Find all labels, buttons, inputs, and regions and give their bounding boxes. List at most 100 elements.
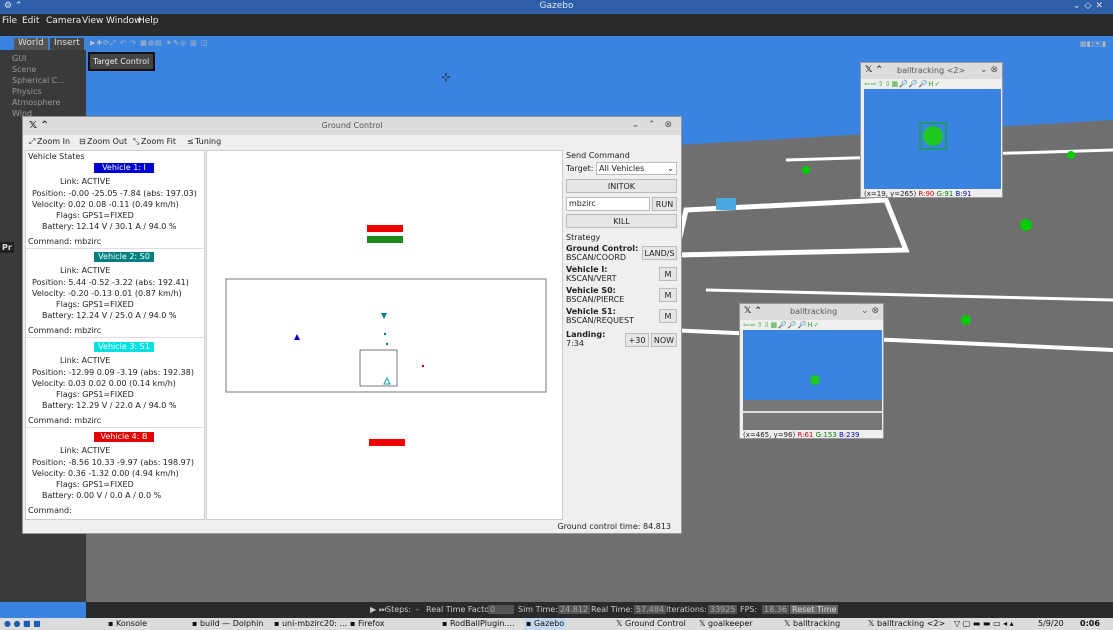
properties-tab[interactable]: Pr (0, 242, 14, 253)
landing-zone (359, 349, 398, 387)
vehicle-command: Command: mbzirc (28, 326, 102, 335)
vehicle-states-title: Vehicle States (28, 152, 85, 161)
land-button[interactable]: LAND/S (642, 246, 677, 260)
balltracking-2-toolbar[interactable]: ⇦⇨⇧⇩▦🔎🔎🔎H✓ (864, 80, 941, 88)
mode-button[interactable]: M (659, 288, 677, 302)
strategy-row: Vehicle S1: BSCAN/REQUEST (566, 307, 634, 325)
menu-view[interactable]: View (82, 16, 103, 26)
play-icon[interactable]: ▶ (370, 605, 376, 614)
close-icon[interactable]: ⌄ ⊗ (980, 65, 998, 75)
pixel-g: G:91 (936, 190, 954, 198)
menu-file[interactable]: File (2, 16, 17, 26)
gazebo-toolbar-right[interactable]: ▦◧◔◨ (1080, 40, 1106, 48)
vehicle-command: Command: (28, 506, 72, 515)
mode-button[interactable]: M (659, 267, 677, 281)
taskbar-firefox[interactable]: ▪ Firefox (348, 618, 386, 630)
world-item-physics[interactable]: Physics (12, 87, 42, 96)
ball-marker (961, 315, 971, 325)
taskbar-balltracking-2[interactable]: 𝕏 balltracking <2> (866, 618, 947, 630)
taskbar-konsole[interactable]: ▪ Konsole (106, 618, 149, 630)
taskbar-balltracking[interactable]: 𝕏 balltracking (782, 618, 842, 630)
balltracking-toolbar[interactable]: ⇦⇨⇧⇩▦🔎🔎🔎H✓ (743, 321, 820, 329)
gazebo-toolbar[interactable]: ▶✚⟳⤢ ↶ ↷ ▦◍▤ ☀✎◎ ▥ ◫ (90, 39, 290, 49)
now-button[interactable]: NOW (651, 333, 677, 347)
window-controls[interactable]: ⌄◇✕ (1073, 1, 1107, 11)
vehicle-badge: Vehicle 4: B (94, 432, 154, 442)
tray-time: 0:06 (1080, 619, 1100, 628)
camera-view[interactable] (864, 89, 1001, 189)
taskbar-terminal[interactable]: ▪ uni-mbzirc20: ... (272, 618, 349, 630)
strategy-mode: BSCAN/COORD (566, 253, 627, 262)
taskbar-rodball[interactable]: ▪ RodBallPlugin.... (440, 618, 517, 630)
command-input[interactable]: mbzirc (566, 197, 650, 211)
menu-window[interactable]: Window (106, 16, 142, 26)
world-item-atmosphere[interactable]: Atmosphere (12, 98, 60, 107)
run-button[interactable]: RUN (652, 197, 677, 211)
target-control-button[interactable]: Target Control (88, 52, 155, 71)
menu-edit[interactable]: Edit (22, 16, 39, 26)
mode-button[interactable]: M (659, 309, 677, 323)
world-item-gui[interactable]: GUI (12, 54, 26, 63)
vehicle-battery: Battery: 0.00 V / 0.0 A / 0.0 % (42, 491, 162, 500)
tuning-button[interactable]: Tuning (195, 137, 221, 146)
world-item-scene[interactable]: Scene (12, 65, 36, 74)
gc-window-controls[interactable]: ⌄ ⌃ ⊗ (632, 120, 675, 130)
close-icon[interactable]: ⌄ ⊗ (861, 306, 879, 316)
drone-object (716, 198, 736, 210)
vehicle-velocity: Velocity: -0.20 -0.13 0.01 (0.87 km/h) (32, 289, 182, 298)
vehicle-link: Link: ACTIVE (60, 266, 111, 275)
drone-icon: ⊹ (441, 70, 452, 84)
tab-insert[interactable]: Insert (50, 38, 84, 50)
zoom-fit-button[interactable]: Zoom Fit (141, 137, 176, 146)
kill-button[interactable]: KILL (566, 214, 677, 228)
steps-value[interactable]: - (416, 605, 419, 614)
zoom-fit-icon[interactable]: ⤡ (133, 137, 139, 147)
menu-help[interactable]: Help (138, 16, 159, 26)
vehicle-position: Position: -12.99 0.09 -3.19 (abs: 192.38… (32, 368, 194, 377)
vehicle-link: Link: ACTIVE (60, 177, 111, 186)
real-time-value: 57.484 (634, 605, 666, 614)
world-item-spherical[interactable]: Spherical C... (12, 76, 65, 85)
reset-time-button[interactable]: Reset Time (790, 605, 839, 614)
tuning-icon[interactable]: ≤ (187, 137, 194, 146)
vehicle-flags: Flags: GPS1=FIXED (56, 390, 134, 399)
taskbar-terminal-label: uni-mbzirc20: ... (281, 619, 348, 628)
camera-image (919, 122, 947, 150)
gc-titlebar: 𝕏 ⌃ Ground Control ⌄ ⌃ ⊗ (23, 117, 681, 135)
launcher-icons[interactable]: ● ● ■ ■ (2, 618, 43, 630)
send-command-title: Send Command (566, 151, 630, 160)
strategy-row: Ground Control: BSCAN/COORD (566, 244, 638, 262)
taskbar-ground-control[interactable]: 𝕏 Ground Control (614, 618, 688, 630)
zoom-in-icon[interactable]: ⤢ (29, 137, 35, 147)
gazebo-statusbar: ▶ ⏭ Steps: - Real Time Factor: 0 Sim Tim… (86, 602, 1113, 618)
vehicle-link: Link: ACTIVE (60, 356, 111, 365)
taskbar-dolphin-label: build — Dolphin (199, 619, 264, 628)
sim-time-label: Sim Time: (518, 605, 558, 614)
taskbar-rodball-label: RodBallPlugin.... (449, 619, 515, 628)
green-marker (367, 236, 403, 243)
taskbar-gazebo[interactable]: ▪ Gazebo (524, 618, 567, 630)
vehicle-card: Vehicle 2: S0 Link: ACTIVE Position: 5.4… (26, 250, 204, 338)
tab-world[interactable]: World (14, 38, 48, 50)
zoom-out-button[interactable]: Zoom Out (87, 137, 127, 146)
initok-button[interactable]: INITOK (566, 179, 677, 193)
pixel-r: R:90 (918, 190, 935, 198)
ball (810, 375, 820, 385)
pixel-r: R:61 (797, 431, 814, 439)
vehicle-card: Vehicle 3: S1 Link: ACTIVE Position: -12… (26, 340, 204, 428)
ball (923, 126, 943, 146)
plus30-button[interactable]: +30 (625, 333, 649, 347)
camera-view[interactable] (743, 330, 882, 430)
balltracking-2-window: 𝕏 ⌃ balltracking <2> ⌄ ⊗ ⇦⇨⇧⇩▦🔎🔎🔎H✓ (x=1… (860, 62, 1003, 198)
menu-camera[interactable]: Camera (46, 16, 81, 26)
taskbar-dolphin[interactable]: ▪ build — Dolphin (190, 618, 265, 630)
map-view[interactable] (206, 150, 563, 520)
waypoint-dot (421, 364, 425, 368)
taskbar-goalkeeper[interactable]: 𝕏 goalkeeper (697, 618, 755, 630)
zoom-in-button[interactable]: Zoom In (37, 137, 70, 146)
balltracking-2-title: balltracking <2> (897, 66, 966, 75)
real-time-label: Real Time: (591, 605, 634, 614)
target-select[interactable]: All Vehicles ⌄ (596, 162, 677, 175)
tray-icons[interactable]: ▽ ▢ ▬ ▬ ▭ ◂ ▴ (952, 618, 1016, 630)
zoom-out-icon[interactable]: ⊟ (79, 137, 86, 146)
